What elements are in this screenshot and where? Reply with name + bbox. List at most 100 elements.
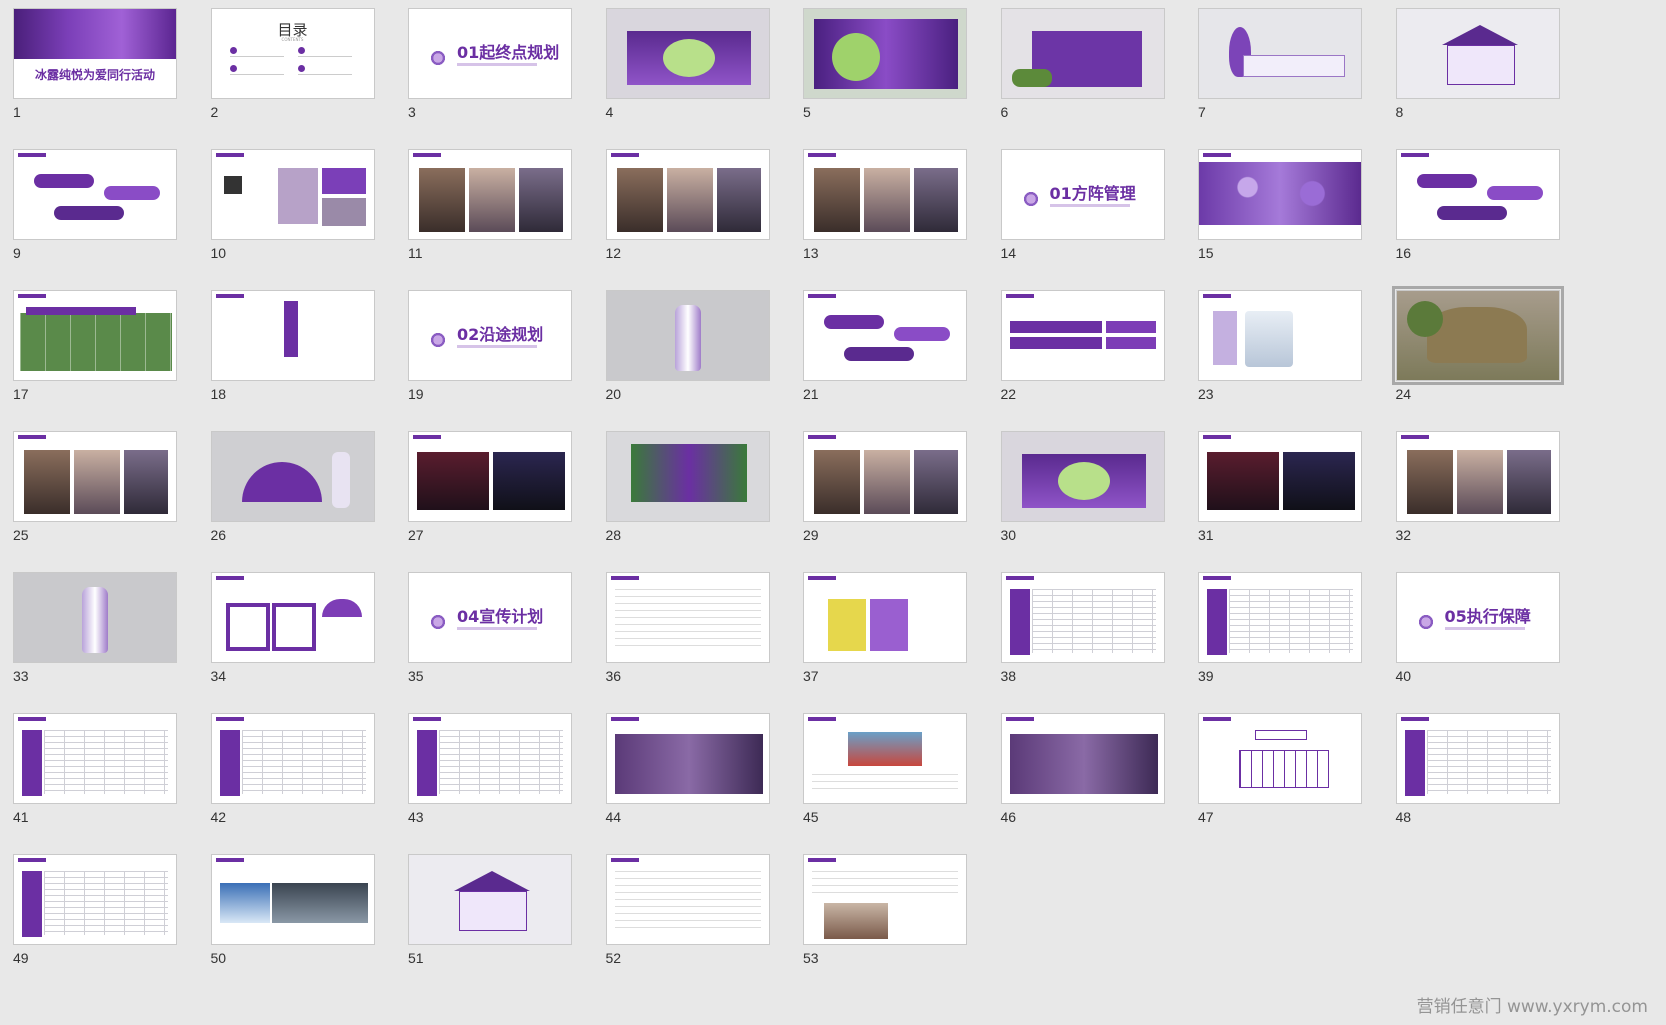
slide-thumbnail[interactable]: 32 (1395, 431, 1560, 543)
slide-preview[interactable] (408, 854, 572, 945)
slide-thumbnail[interactable]: 02沿途规划 19 (408, 290, 572, 402)
slide-preview[interactable] (1000, 431, 1165, 522)
slide-preview[interactable] (1395, 8, 1560, 99)
slide-thumbnail[interactable]: 24 (1391, 286, 1564, 402)
slide-thumbnail[interactable]: 10 (210, 149, 375, 261)
slide-thumbnail[interactable]: 30 (1000, 431, 1165, 543)
slide-preview[interactable] (1198, 431, 1362, 522)
slide-thumbnail[interactable]: 47 (1198, 713, 1362, 825)
slide-preview[interactable] (13, 572, 177, 663)
slide-thumbnail[interactable]: 13 (803, 149, 967, 261)
slide-thumbnail[interactable]: 39 (1198, 572, 1362, 684)
slide-preview[interactable] (210, 572, 375, 663)
slide-thumbnail[interactable]: 01方阵管理 14 (1000, 149, 1165, 261)
slide-thumbnail[interactable]: 43 (408, 713, 572, 825)
slide-thumbnail[interactable]: 36 (605, 572, 770, 684)
slide-preview[interactable] (210, 431, 375, 522)
slide-preview[interactable] (13, 713, 177, 804)
slide-preview[interactable] (210, 713, 375, 804)
slide-preview[interactable] (1391, 286, 1564, 385)
slide-thumbnail[interactable]: 05执行保障 40 (1395, 572, 1560, 684)
slide-preview[interactable]: 冰露纯悦为爱同行活动 (13, 8, 177, 99)
slide-thumbnail[interactable]: 01起终点规划 3 (408, 8, 572, 120)
slide-thumbnail[interactable]: 49 (13, 854, 177, 966)
slide-thumbnail[interactable]: 27 (408, 431, 572, 543)
slide-preview[interactable] (13, 149, 177, 240)
slide-thumbnail[interactable]: 26 (210, 431, 375, 543)
slide-thumbnail[interactable]: 28 (605, 431, 770, 543)
slide-thumbnail[interactable]: 21 (803, 290, 967, 402)
slide-thumbnail[interactable]: 51 (408, 854, 572, 966)
slide-preview[interactable] (1000, 8, 1165, 99)
slide-preview[interactable] (605, 149, 770, 240)
slide-thumbnail[interactable]: 20 (605, 290, 770, 402)
slide-thumbnail[interactable]: 7 (1198, 8, 1362, 120)
slide-thumbnail[interactable]: 4 (605, 8, 770, 120)
slide-preview[interactable] (408, 713, 572, 804)
slide-thumbnail[interactable]: 38 (1000, 572, 1165, 684)
slide-thumbnail[interactable]: 33 (13, 572, 177, 684)
slide-thumbnail[interactable]: 12 (605, 149, 770, 261)
slide-thumbnail[interactable]: 25 (13, 431, 177, 543)
slide-thumbnail[interactable]: 41 (13, 713, 177, 825)
slide-thumbnail[interactable]: 50 (210, 854, 375, 966)
slide-preview[interactable] (210, 149, 375, 240)
slide-preview[interactable] (1198, 572, 1362, 663)
slide-thumbnail[interactable]: 6 (1000, 8, 1165, 120)
slide-thumbnail[interactable]: 5 (803, 8, 967, 120)
slide-preview[interactable]: 05执行保障 (1395, 572, 1560, 663)
slide-thumbnail[interactable]: 45 (803, 713, 967, 825)
slide-thumbnail[interactable]: 31 (1198, 431, 1362, 543)
slide-thumbnail[interactable]: 44 (605, 713, 770, 825)
slide-preview[interactable] (605, 431, 770, 522)
slide-preview[interactable] (1000, 572, 1165, 663)
slide-preview[interactable] (1000, 290, 1165, 381)
slide-thumbnail[interactable]: 52 (605, 854, 770, 966)
slide-preview[interactable] (803, 854, 967, 945)
slide-thumbnail[interactable]: 11 (408, 149, 572, 261)
slide-thumbnail[interactable]: 23 (1198, 290, 1362, 402)
slide-preview[interactable] (1198, 8, 1362, 99)
slide-thumbnail[interactable]: 29 (803, 431, 967, 543)
slide-preview[interactable]: 04宣传计划 (408, 572, 572, 663)
slide-preview[interactable]: 01起终点规划 (408, 8, 572, 99)
slide-thumbnail[interactable]: 18 (210, 290, 375, 402)
slide-thumbnail[interactable]: 46 (1000, 713, 1165, 825)
slide-preview[interactable]: 01方阵管理 (1000, 149, 1165, 240)
slide-preview[interactable] (803, 8, 967, 99)
slide-preview[interactable] (605, 8, 770, 99)
slide-preview[interactable] (1000, 713, 1165, 804)
slide-preview[interactable] (803, 149, 967, 240)
slide-thumbnail[interactable]: 9 (13, 149, 177, 261)
slide-preview[interactable] (803, 713, 967, 804)
slide-preview[interactable] (605, 572, 770, 663)
slide-preview[interactable] (1198, 713, 1362, 804)
slide-preview[interactable] (605, 713, 770, 804)
slide-preview[interactable] (13, 290, 177, 381)
slide-preview[interactable] (803, 290, 967, 381)
slide-preview[interactable] (1198, 149, 1362, 240)
slide-thumbnail[interactable]: 22 (1000, 290, 1165, 402)
slide-preview[interactable] (408, 149, 572, 240)
slide-preview[interactable] (13, 431, 177, 522)
slide-thumbnail[interactable]: 17 (13, 290, 177, 402)
slide-preview[interactable] (1395, 431, 1560, 522)
slide-preview[interactable] (210, 290, 375, 381)
slide-preview[interactable]: 目录 CONTENTS (210, 8, 375, 99)
slide-preview[interactable] (803, 431, 967, 522)
slide-thumbnail[interactable]: 48 (1395, 713, 1560, 825)
slide-preview[interactable] (605, 854, 770, 945)
slide-preview[interactable] (1395, 149, 1560, 240)
slide-thumbnail[interactable]: 42 (210, 713, 375, 825)
slide-preview[interactable] (13, 854, 177, 945)
slide-thumbnail[interactable]: 53 (803, 854, 967, 966)
slide-thumbnail[interactable]: 04宣传计划 35 (408, 572, 572, 684)
slide-thumbnail[interactable]: 34 (210, 572, 375, 684)
slide-preview[interactable] (803, 572, 967, 663)
slide-thumbnail[interactable]: 8 (1395, 8, 1560, 120)
slide-preview[interactable] (408, 431, 572, 522)
slide-preview[interactable] (1198, 290, 1362, 381)
slide-preview[interactable] (1395, 713, 1560, 804)
slide-thumbnail[interactable]: 15 (1198, 149, 1362, 261)
slide-thumbnail[interactable]: 冰露纯悦为爱同行活动 1 (13, 8, 177, 120)
